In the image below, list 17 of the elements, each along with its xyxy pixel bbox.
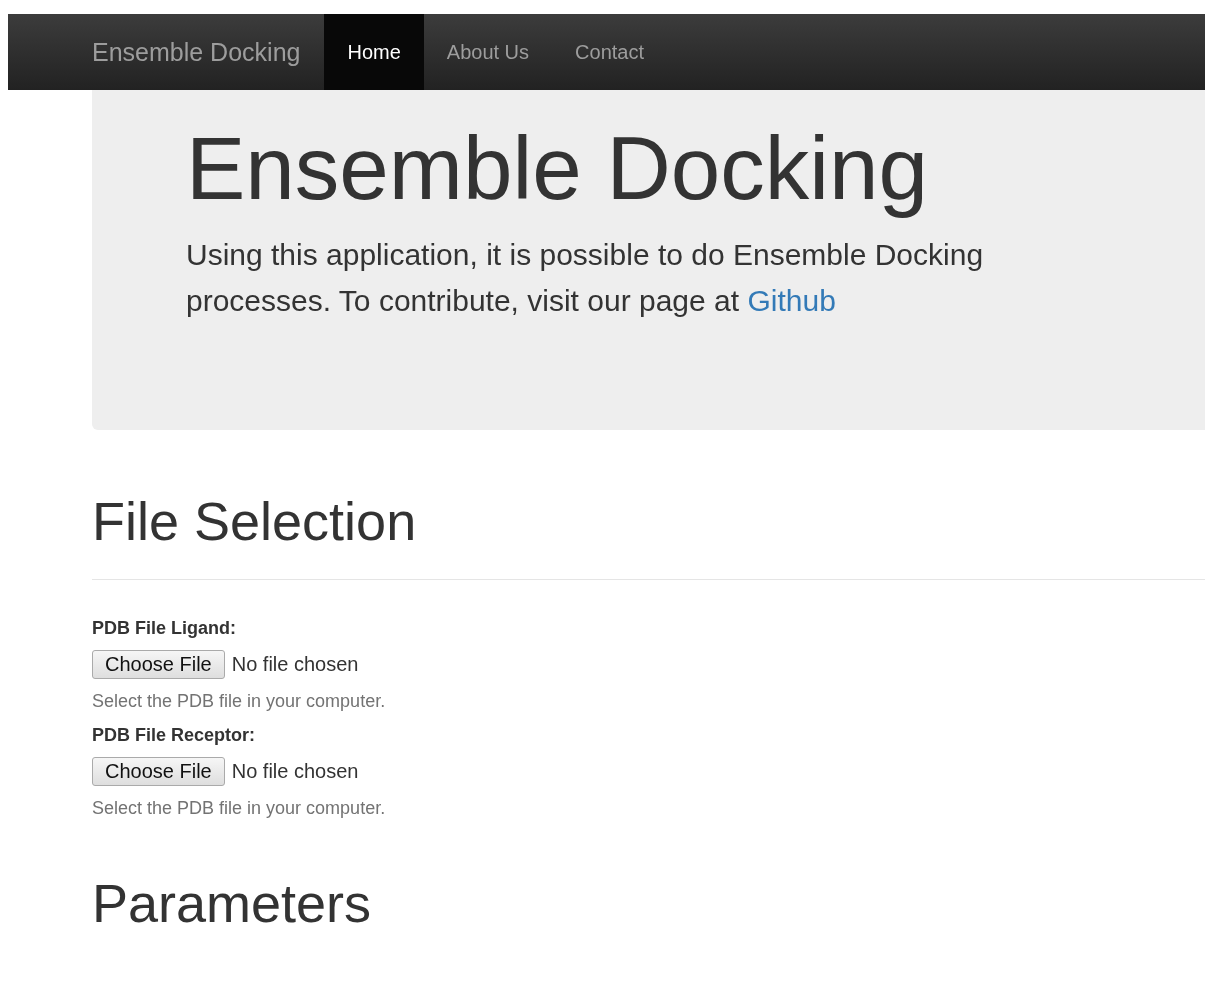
nav-link[interactable]: Home bbox=[324, 14, 424, 90]
file-status: No file chosen bbox=[231, 760, 359, 784]
help-text: Select the PDB file in your computer. bbox=[92, 691, 387, 713]
field-label: PDB File Receptor: bbox=[92, 725, 257, 747]
nav-link[interactable]: Contact bbox=[552, 14, 667, 90]
nav-link[interactable]: About Us bbox=[423, 14, 553, 90]
help-text: Select the PDB file in your computer. bbox=[92, 798, 387, 820]
section-heading: File Selection bbox=[92, 492, 418, 552]
file-status: No file chosen bbox=[231, 653, 359, 677]
github-link[interactable]: Github bbox=[747, 283, 836, 317]
page-title: Ensemble Docking bbox=[186, 120, 930, 218]
brand-link[interactable]: Ensemble Docking bbox=[92, 14, 325, 90]
choose-file-button[interactable]: Choose File bbox=[92, 757, 225, 787]
intro-text: Using this application, it is possible to do Ensemble Docking processes. To contribute, visit our page at Github bbox=[186, 236, 985, 319]
field-label: PDB File Ligand: bbox=[92, 618, 237, 640]
choose-file-button[interactable]: Choose File bbox=[92, 650, 225, 680]
section-heading: Parameters bbox=[92, 874, 373, 934]
